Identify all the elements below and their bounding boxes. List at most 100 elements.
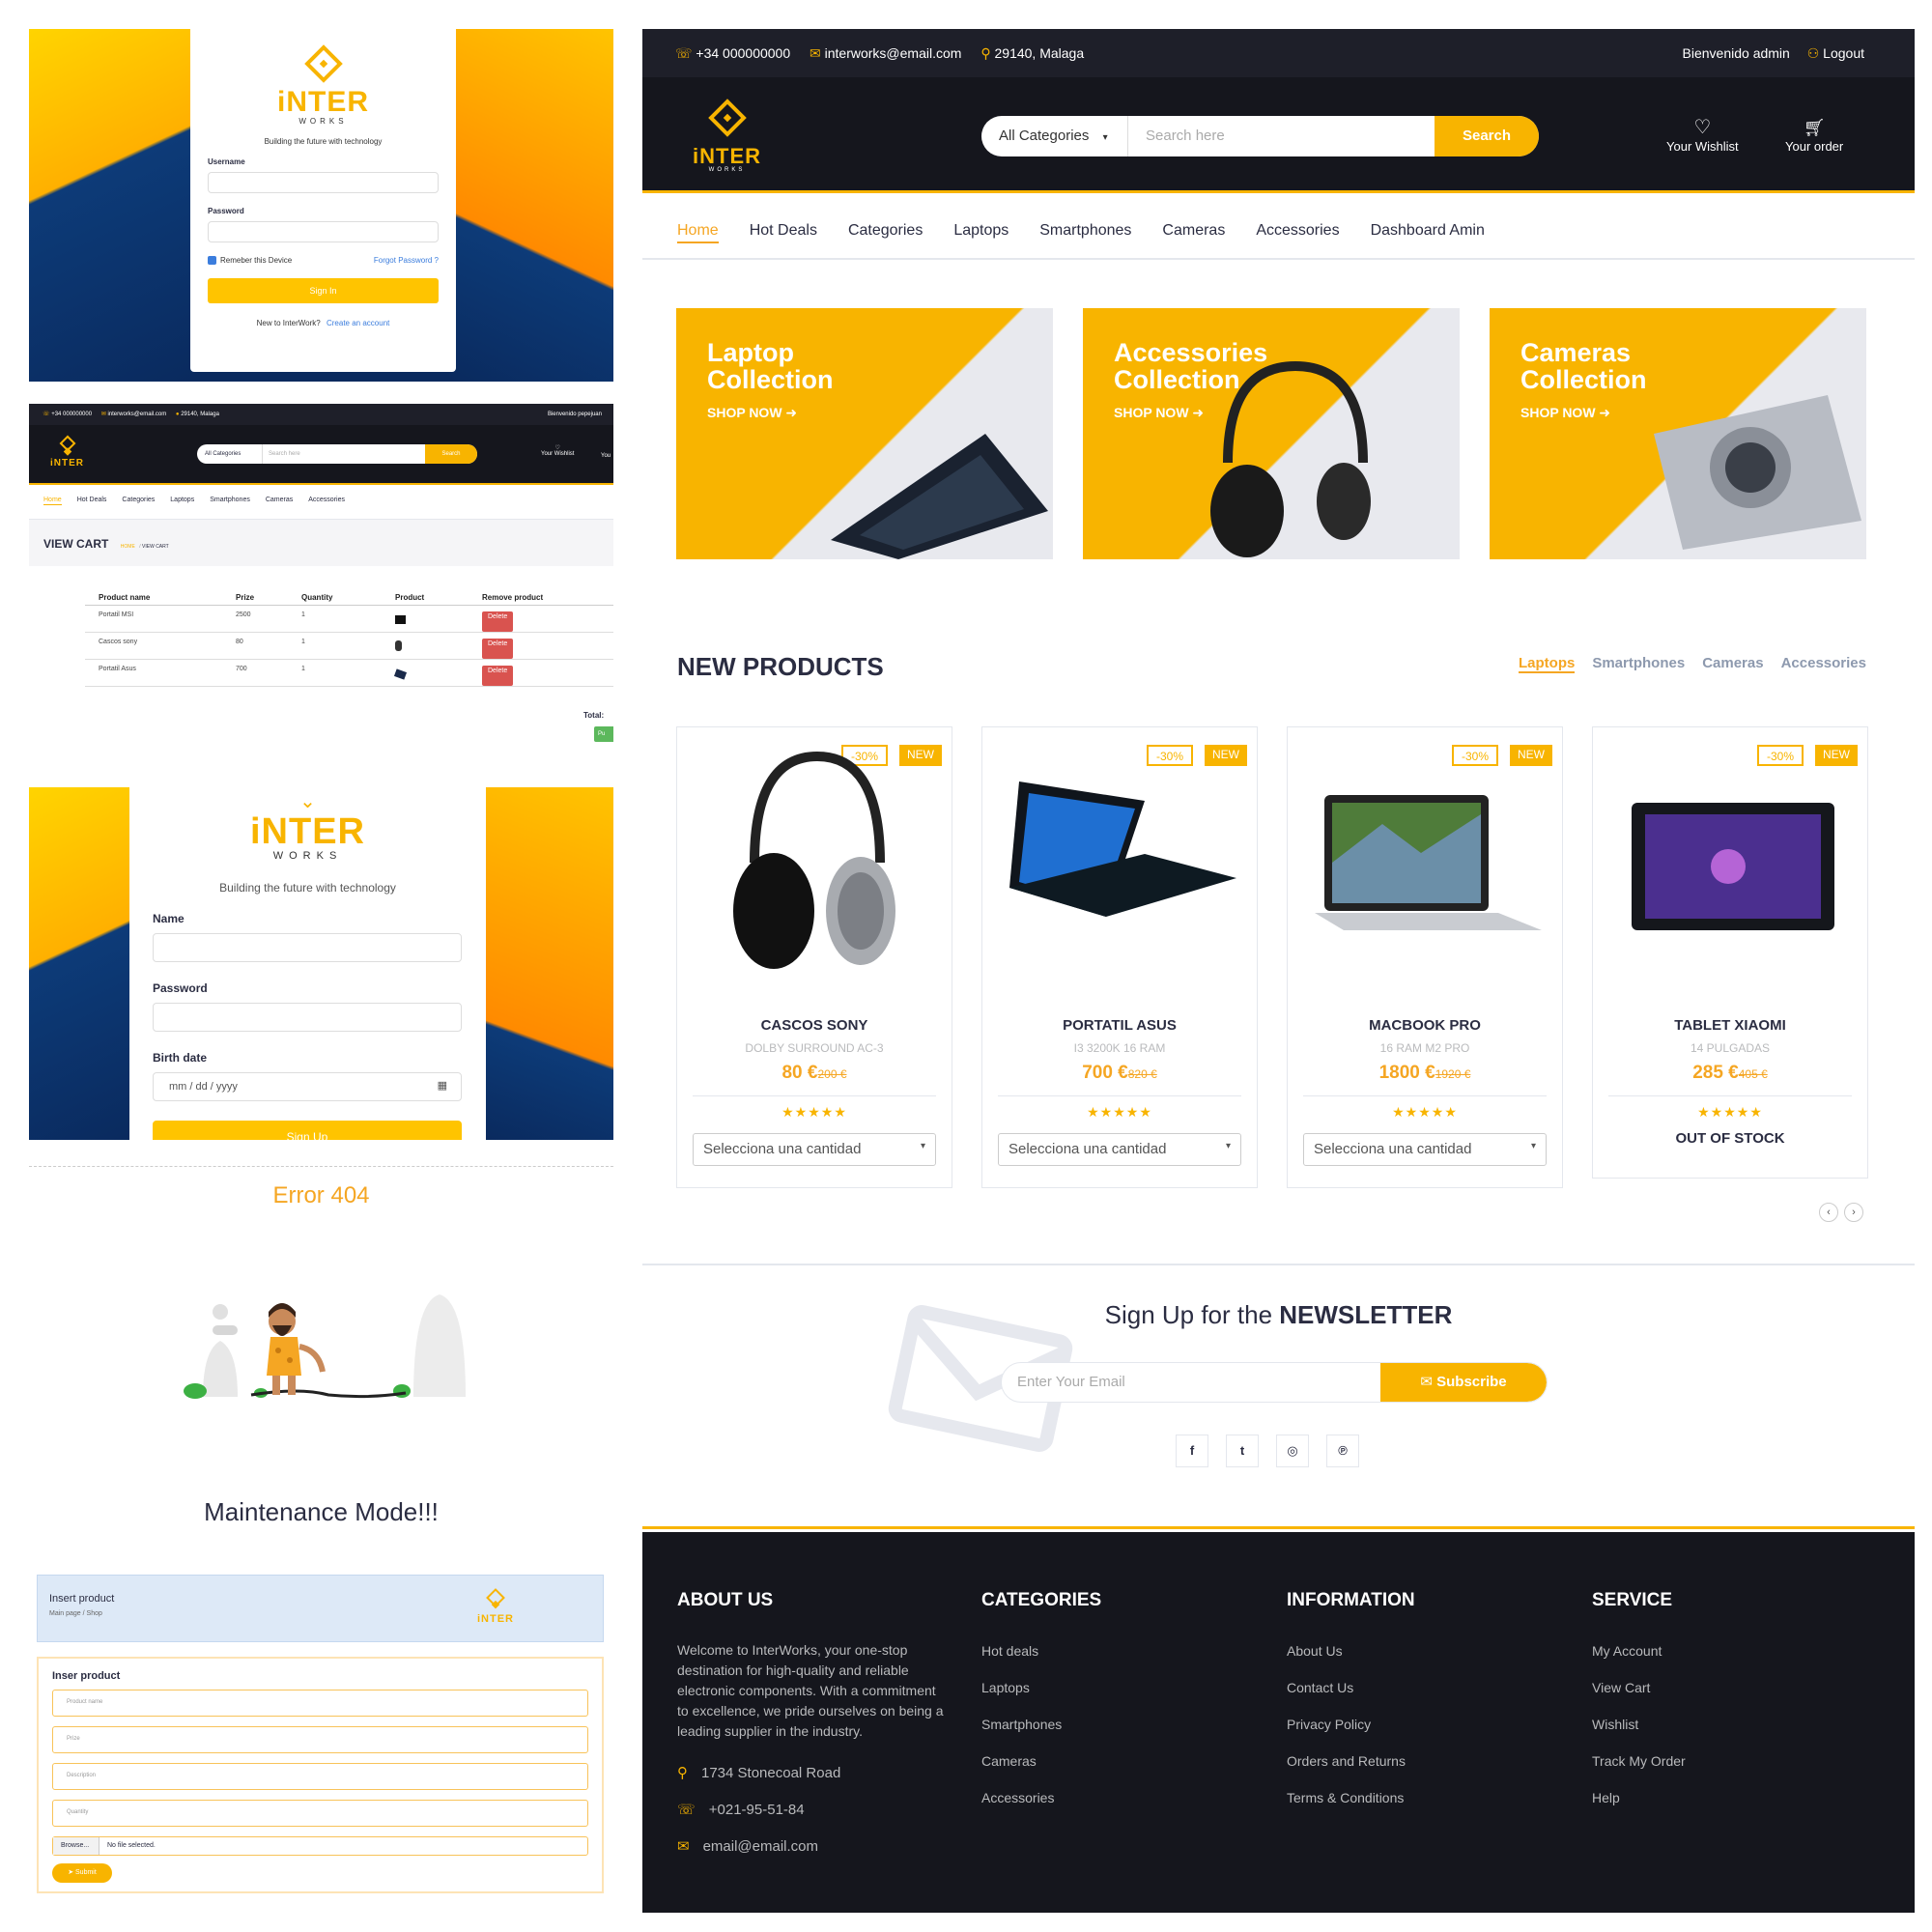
carousel-prev-button[interactable]: ‹ bbox=[1819, 1203, 1838, 1222]
signup-button[interactable]: Sign Up bbox=[153, 1121, 462, 1140]
nav-dashboard[interactable]: Dashboard Amin bbox=[1371, 222, 1485, 258]
subscribe-button[interactable]: ✉ Subscribe bbox=[1380, 1363, 1547, 1402]
nav-laptops[interactable]: Laptops bbox=[170, 497, 194, 519]
collection-accessories[interactable]: Accessories Collection SHOP NOW ➜ bbox=[1083, 308, 1460, 559]
footer-link[interactable]: Cameras bbox=[981, 1743, 1101, 1779]
product-name[interactable]: CASCOS SONY bbox=[677, 1017, 952, 1034]
carousel-next-button[interactable]: › bbox=[1844, 1203, 1863, 1222]
quantity-input[interactable]: Quantity bbox=[52, 1800, 588, 1827]
footer-link[interactable]: View Cart bbox=[1592, 1669, 1686, 1706]
nav-home[interactable]: Home bbox=[677, 222, 719, 243]
password-input[interactable] bbox=[153, 1003, 462, 1032]
nav-hot-deals[interactable]: Hot Deals bbox=[77, 497, 107, 519]
heart-icon[interactable]: ♡ bbox=[541, 444, 574, 451]
delete-button[interactable]: Delete bbox=[482, 639, 514, 659]
footer-link[interactable]: Smartphones bbox=[981, 1706, 1101, 1743]
home-logo-text[interactable]: iNTER bbox=[693, 146, 761, 167]
quantity-select[interactable]: Selecciona una cantidad ▾ bbox=[1303, 1133, 1547, 1166]
product-card[interactable]: -30% NEW MACBOOK PRO 16 RAM M2 PRO 1800 … bbox=[1287, 726, 1563, 1188]
name-input[interactable] bbox=[153, 933, 462, 962]
footer-link[interactable]: Orders and Returns bbox=[1287, 1743, 1415, 1779]
footer-email[interactable]: email@email.com bbox=[703, 1838, 818, 1855]
product-card[interactable]: -30% NEW PORTATIL ASUS I3 3200K 16 RAM 7… bbox=[981, 726, 1258, 1188]
logout-link[interactable]: Logout bbox=[1823, 45, 1864, 61]
tab-cameras[interactable]: Cameras bbox=[1702, 655, 1763, 673]
footer-link[interactable]: Laptops bbox=[981, 1669, 1101, 1706]
remember-checkbox[interactable] bbox=[208, 256, 216, 265]
search-input[interactable]: Search here bbox=[1128, 116, 1435, 156]
search-button[interactable]: Search bbox=[1435, 116, 1539, 156]
tab-laptops[interactable]: Laptops bbox=[1519, 655, 1576, 673]
nav-smartphones[interactable]: Smartphones bbox=[1039, 222, 1131, 258]
nav-categories[interactable]: Categories bbox=[122, 497, 155, 519]
nav-home[interactable]: Home bbox=[43, 497, 62, 505]
collection-cameras[interactable]: Cameras Collection SHOP NOW ➜ bbox=[1490, 308, 1866, 559]
category-select[interactable]: All Categories ▾ bbox=[981, 116, 1128, 156]
product-name[interactable]: MACBOOK PRO bbox=[1288, 1017, 1562, 1034]
tab-smartphones[interactable]: Smartphones bbox=[1592, 655, 1685, 673]
instagram-icon[interactable]: ◎ bbox=[1276, 1435, 1309, 1467]
signin-button[interactable]: Sign In bbox=[208, 278, 439, 303]
browse-button[interactable]: Browse... bbox=[53, 1837, 99, 1855]
collection-laptops[interactable]: Laptop Collection SHOP NOW ➜ bbox=[676, 308, 1053, 559]
calendar-icon[interactable]: ▦ bbox=[438, 1079, 447, 1092]
password-input[interactable] bbox=[208, 221, 439, 242]
search-button[interactable]: Search bbox=[425, 444, 477, 464]
footer-link[interactable]: Hot deals bbox=[981, 1633, 1101, 1669]
tab-accessories[interactable]: Accessories bbox=[1781, 655, 1866, 673]
footer-link[interactable]: Contact Us bbox=[1287, 1669, 1415, 1706]
pinterest-icon[interactable]: ℗ bbox=[1326, 1435, 1359, 1467]
product-name[interactable]: PORTATIL ASUS bbox=[982, 1017, 1257, 1034]
category-select[interactable]: All Categories bbox=[197, 444, 263, 464]
breadcrumb-shop[interactable]: Shop bbox=[87, 1610, 102, 1617]
wishlist-label[interactable]: Your Wishlist bbox=[541, 451, 574, 457]
file-input[interactable]: Browse... No file selected. bbox=[52, 1836, 588, 1856]
shop-now-link[interactable]: SHOP NOW ➜ bbox=[707, 399, 834, 426]
home-logo-icon[interactable] bbox=[707, 99, 747, 137]
nav-accessories[interactable]: Accessories bbox=[308, 497, 345, 519]
username-input[interactable] bbox=[208, 172, 439, 193]
quantity-select[interactable]: Selecciona una cantidad ▾ bbox=[693, 1133, 936, 1166]
footer-link[interactable]: Track My Order bbox=[1592, 1743, 1686, 1779]
order-label-cut[interactable]: You bbox=[601, 453, 611, 459]
footer-link[interactable]: Help bbox=[1592, 1779, 1686, 1816]
nav-cameras[interactable]: Cameras bbox=[1162, 222, 1225, 258]
purchase-button[interactable]: Pu bbox=[594, 726, 613, 742]
footer-link[interactable]: Privacy Policy bbox=[1287, 1706, 1415, 1743]
nav-hot-deals[interactable]: Hot Deals bbox=[750, 222, 817, 258]
nav-cameras[interactable]: Cameras bbox=[266, 497, 293, 519]
footer-link[interactable]: About Us bbox=[1287, 1633, 1415, 1669]
footer-phone[interactable]: +021-95-51-84 bbox=[709, 1802, 805, 1818]
footer-link[interactable]: Wishlist bbox=[1592, 1706, 1686, 1743]
breadcrumb-main[interactable]: Main page bbox=[49, 1610, 81, 1617]
twitter-icon[interactable]: t bbox=[1226, 1435, 1259, 1467]
nav-laptops[interactable]: Laptops bbox=[953, 222, 1009, 258]
nav-smartphones[interactable]: Smartphones bbox=[210, 497, 250, 519]
footer-link[interactable]: Terms & Conditions bbox=[1287, 1779, 1415, 1816]
product-card[interactable]: -30% NEW TABLET XIAOMI 14 PULGADAS 285 €… bbox=[1592, 726, 1868, 1179]
footer-link[interactable]: Accessories bbox=[981, 1779, 1101, 1816]
delete-button[interactable]: Delete bbox=[482, 611, 514, 632]
prize-input[interactable]: Prize bbox=[52, 1726, 588, 1753]
forgot-password-link[interactable]: Forgot Password ? bbox=[374, 256, 439, 265]
shop-now-link[interactable]: SHOP NOW ➜ bbox=[1114, 399, 1267, 426]
submit-button[interactable]: ➤ Submit bbox=[52, 1863, 112, 1883]
facebook-icon[interactable]: f bbox=[1176, 1435, 1208, 1467]
create-account-link[interactable]: Create an account bbox=[327, 319, 389, 327]
quantity-select[interactable]: Selecciona una cantidad ▾ bbox=[998, 1133, 1241, 1166]
product-name-input[interactable]: Product name bbox=[52, 1690, 588, 1717]
breadcrumb-home[interactable]: HOME bbox=[121, 544, 135, 550]
footer-link[interactable]: My Account bbox=[1592, 1633, 1686, 1669]
product-card[interactable]: -30% NEW CASCOS SONY DOLBY SURROUND AC-3… bbox=[676, 726, 952, 1188]
shop-now-link[interactable]: SHOP NOW ➜ bbox=[1520, 399, 1647, 426]
email-input[interactable]: Enter Your Email bbox=[1002, 1363, 1380, 1402]
product-name[interactable]: TABLET XIAOMI bbox=[1593, 1017, 1867, 1034]
order-link[interactable]: 🛒︎ Your order bbox=[1785, 118, 1843, 154]
search-input[interactable]: Search here bbox=[263, 444, 425, 464]
nav-categories[interactable]: Categories bbox=[848, 222, 923, 258]
nav-accessories[interactable]: Accessories bbox=[1256, 222, 1339, 258]
wishlist-link[interactable]: ♡ Your Wishlist bbox=[1666, 118, 1739, 154]
delete-button[interactable]: Delete bbox=[482, 666, 514, 686]
description-input[interactable]: Description bbox=[52, 1763, 588, 1790]
birth-date-input[interactable]: mm / dd / yyyy ▦ bbox=[153, 1072, 462, 1101]
